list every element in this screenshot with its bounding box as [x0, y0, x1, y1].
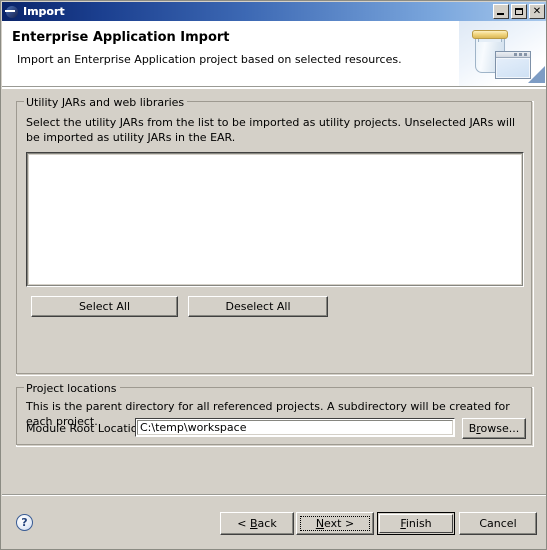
eclipse-import-icon	[5, 4, 20, 19]
back-button[interactable]: < Back	[220, 512, 294, 535]
dialog-footer: < Back Next > Finish Cancel	[2, 496, 546, 549]
import-dialog-window: Import ✕ Enterprise Application Import I…	[0, 0, 547, 550]
window-controls: ✕	[493, 4, 545, 19]
minimize-icon	[497, 13, 504, 15]
window-titlebar[interactable]: Import ✕	[2, 2, 546, 21]
corner-triangle-decoration	[528, 66, 545, 83]
project-locations-group-label: Project locations	[24, 382, 120, 395]
back-mnemonic: B	[250, 517, 258, 530]
back-label-post: ack	[257, 517, 277, 530]
cancel-label: Cancel	[479, 517, 517, 530]
next-button[interactable]: Next >	[296, 512, 374, 535]
select-all-label: Select All	[78, 300, 131, 313]
close-button[interactable]: ✕	[529, 4, 545, 19]
module-root-location-value: C:\temp\workspace	[140, 421, 247, 434]
utility-jars-group: Utility JARs and web libraries Select th…	[16, 96, 534, 376]
help-icon[interactable]: ?	[16, 514, 33, 531]
back-label-pre: <	[237, 517, 250, 530]
help-glyph: ?	[21, 516, 28, 529]
page-description: Import an Enterprise Application project…	[17, 53, 402, 66]
utility-jars-list[interactable]	[28, 154, 522, 285]
close-icon: ✕	[532, 6, 542, 17]
browse-button[interactable]: Browse...	[462, 418, 526, 439]
minimize-button[interactable]	[493, 4, 509, 19]
jar-lid-icon	[472, 30, 508, 39]
maximize-icon	[515, 8, 523, 15]
module-root-location-input[interactable]: C:\temp\workspace	[135, 418, 455, 437]
focus-indicator	[300, 516, 370, 531]
utility-jars-group-label: Utility JARs and web libraries	[24, 96, 188, 109]
browse-label-post: owse...	[480, 422, 520, 435]
deselect-all-label: Deselect All	[225, 300, 291, 313]
utility-jars-listbox[interactable]	[26, 152, 524, 287]
maximize-button[interactable]	[511, 4, 527, 19]
utility-jars-description: Select the utility JARs from the list to…	[26, 116, 516, 144]
page-title: Enterprise Application Import	[12, 30, 230, 45]
window-icon	[495, 51, 531, 79]
deselect-all-button[interactable]: Deselect All	[188, 296, 328, 317]
project-locations-group: Project locations This is the parent dir…	[16, 382, 534, 447]
finish-label-post: inish	[405, 517, 432, 530]
dialog-banner: Enterprise Application Import Import an …	[2, 21, 546, 86]
select-all-button[interactable]: Select All	[31, 296, 178, 317]
dialog-content: Utility JARs and web libraries Select th…	[2, 89, 546, 494]
finish-button[interactable]: Finish	[377, 512, 455, 535]
banner-graphic	[459, 21, 546, 86]
cancel-button[interactable]: Cancel	[459, 512, 537, 535]
window-title: Import	[23, 5, 65, 18]
module-root-location-label: Module Root Location:	[26, 422, 149, 435]
